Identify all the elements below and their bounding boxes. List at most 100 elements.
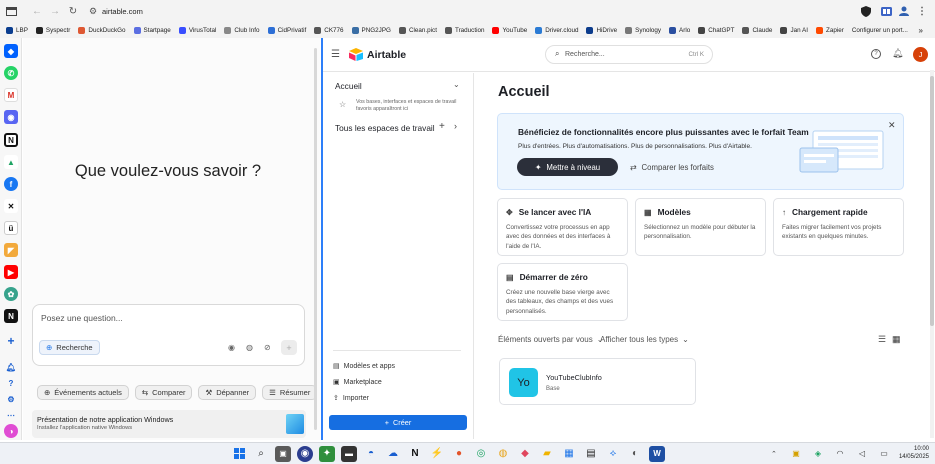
app-cloud-icon[interactable]: ☁ [385, 446, 401, 462]
whatsapp-icon[interactable]: ✆ [4, 66, 18, 80]
back-icon[interactable]: ← [30, 4, 44, 18]
volume-icon[interactable]: ◁ [854, 446, 870, 462]
airtable-icon[interactable]: ◤ [4, 243, 18, 257]
bookmark-item[interactable]: Synology [625, 26, 661, 34]
browser-menu-icon[interactable] [4, 4, 18, 18]
clock[interactable]: 10:00 14/05/2025 [899, 446, 929, 461]
compare-plans-link[interactable]: ⇄ Comparer les forfaits [630, 163, 714, 172]
copilot-input-box[interactable]: Posez une question... ⊕ Recherche ◉ ◍ ⊘ … [32, 304, 305, 366]
close-icon[interactable]: ✕ [888, 120, 896, 131]
web-icon[interactable]: ◍ [246, 343, 253, 352]
reload-icon[interactable]: ↻ [66, 4, 80, 18]
bookmark-item[interactable]: Traduction [444, 26, 484, 34]
bookmark-item[interactable]: DuckDuckGo [78, 26, 126, 34]
word-icon[interactable]: W [649, 445, 665, 462]
bookmark-item[interactable]: Claude [742, 26, 772, 34]
forward-icon[interactable]: → [48, 4, 62, 18]
chatgpt-icon[interactable]: ✿ [4, 287, 18, 301]
app-green-icon[interactable]: ✦ [319, 445, 335, 462]
wifi-icon[interactable]: ◠ [832, 446, 848, 462]
notion-calendar-icon[interactable]: N [4, 309, 18, 323]
bookmark-item[interactable]: LBP [6, 26, 28, 34]
bookmark-item[interactable]: Startpage [133, 26, 171, 34]
bookmark-item[interactable]: CidPrivatif [267, 26, 306, 34]
notification-bell-icon[interactable]: 🔔︎ [892, 48, 903, 59]
chrome-icon[interactable]: ◍ [495, 446, 511, 462]
bookmark-item[interactable]: Clean.pict [398, 26, 437, 34]
suggestion-summarize[interactable]: ☰ Résumer [262, 385, 318, 400]
app-red-icon[interactable]: ◆ [517, 446, 533, 462]
discord-icon[interactable]: ◉ [4, 110, 18, 124]
app-circle-icon[interactable]: ◉ [297, 445, 313, 462]
bookmark-item[interactable]: Configurer un port... [852, 27, 908, 34]
nav-templates[interactable]: ▤ Modèles et apps [333, 362, 395, 371]
copilot-question-input[interactable]: Posez une question... [41, 313, 123, 323]
edge-icon[interactable]: ◎ [473, 446, 489, 462]
facebook-icon[interactable]: f [4, 177, 18, 191]
filter-all-types[interactable]: Afficher tous les types ⌄ [600, 335, 689, 344]
more-menu-icon[interactable]: ⋮ [915, 4, 929, 18]
bookmarks-overflow-icon[interactable]: » [919, 26, 923, 35]
card-quick-upload[interactable]: ↑ Chargement rapide Faites migrer facilem… [773, 198, 904, 256]
help-icon[interactable]: ? [4, 376, 18, 390]
main-scrollbar-track[interactable] [930, 70, 934, 438]
bookmark-item[interactable]: YouTube [492, 26, 527, 34]
youtube-icon[interactable]: ▶ [4, 265, 18, 279]
hamburger-menu-icon[interactable]: ☰ [331, 49, 340, 60]
extension-icon[interactable] [879, 4, 893, 18]
grid-view-icon[interactable]: ▦ [892, 334, 901, 345]
attach-icon[interactable]: ⊘ [264, 343, 271, 352]
create-button[interactable]: + Créer [329, 415, 467, 430]
bookmark-item[interactable]: VirusTotal [178, 26, 216, 34]
airtable-logo[interactable]: Airtable [348, 48, 406, 61]
bookmark-item[interactable]: ChatGPT [698, 26, 734, 34]
copilot-icon[interactable]: ◑ [4, 424, 18, 438]
app-light-icon[interactable]: ⟡ [605, 446, 621, 462]
chevron-up-icon[interactable]: ⌃ [766, 446, 782, 462]
google-drive-icon[interactable]: ▲ [4, 155, 18, 169]
bookmark-item[interactable]: Driver.cloud [535, 26, 578, 34]
search-mode-chip[interactable]: ⊕ Recherche [39, 340, 100, 355]
app-gray-icon[interactable]: ◐ [627, 446, 643, 462]
main-scrollbar-thumb[interactable] [930, 76, 934, 326]
card-start-scratch[interactable]: ▤ Démarrer de zéro Créez une nouvelle bas… [497, 263, 628, 321]
nav-import[interactable]: ⇪ Importer [333, 394, 369, 403]
suggestion-compare[interactable]: ⇆ Comparer [134, 385, 193, 400]
notion-icon[interactable]: N [4, 133, 18, 147]
battery-icon[interactable]: ▭ [876, 446, 892, 462]
bookmark-item[interactable]: Arlo [669, 26, 690, 34]
file-explorer-icon[interactable]: ▰ [539, 446, 555, 462]
bookmark-item[interactable]: Syspectr [35, 26, 70, 34]
nav-all-workspaces[interactable]: Tous les espaces de travail [335, 123, 435, 133]
base-card[interactable]: Yo YouTubeClubInfo Base [499, 358, 696, 405]
profile-icon[interactable] [897, 4, 911, 18]
taskbar-search-icon[interactable]: ⌕ [253, 446, 269, 462]
bookmark-item[interactable]: PNG2JPG [351, 26, 391, 34]
app-pink-icon[interactable]: ⚡ [429, 446, 445, 462]
windows-app-notice[interactable]: Présentation de notre application Window… [32, 410, 306, 438]
user-avatar[interactable]: J [913, 47, 928, 62]
bookmark-item[interactable]: HiDrive [586, 26, 617, 34]
settings-gear-icon[interactable]: ⚙ [4, 392, 18, 406]
app-teal-icon[interactable]: ▦ [561, 446, 577, 462]
help-icon[interactable]: ? [871, 49, 881, 59]
notion-taskbar-icon[interactable]: N [407, 446, 423, 462]
copilot-scrollbar[interactable] [314, 48, 317, 430]
bookmark-item[interactable]: CK776 [314, 26, 344, 34]
x-twitter-icon[interactable]: ✕ [4, 199, 18, 213]
app-orange-icon[interactable]: ● [451, 446, 467, 462]
address-bar[interactable]: airtable.com [102, 7, 143, 16]
task-view-icon[interactable]: ▣ [275, 445, 291, 462]
add-app-icon[interactable]: + [4, 334, 18, 348]
upgrade-button[interactable]: ✦ Mettre à niveau [517, 158, 618, 176]
shield-icon[interactable] [859, 4, 873, 18]
bookmark-item[interactable]: Club Info [224, 26, 260, 34]
uber-icon[interactable]: ü [4, 221, 18, 235]
nav-marketplace[interactable]: ▣ Marketplace [333, 378, 382, 387]
suggestion-troubleshoot[interactable]: ⚒ Dépanner [198, 385, 257, 400]
list-view-icon[interactable]: ☰ [878, 334, 886, 345]
search-input[interactable]: ⌕ Recherche... Ctrl K [545, 45, 713, 64]
add-workspace-icon[interactable]: + [439, 121, 445, 132]
bookmark-item[interactable]: Zapier [815, 26, 844, 34]
terminal-icon[interactable]: ▬ [341, 445, 357, 462]
